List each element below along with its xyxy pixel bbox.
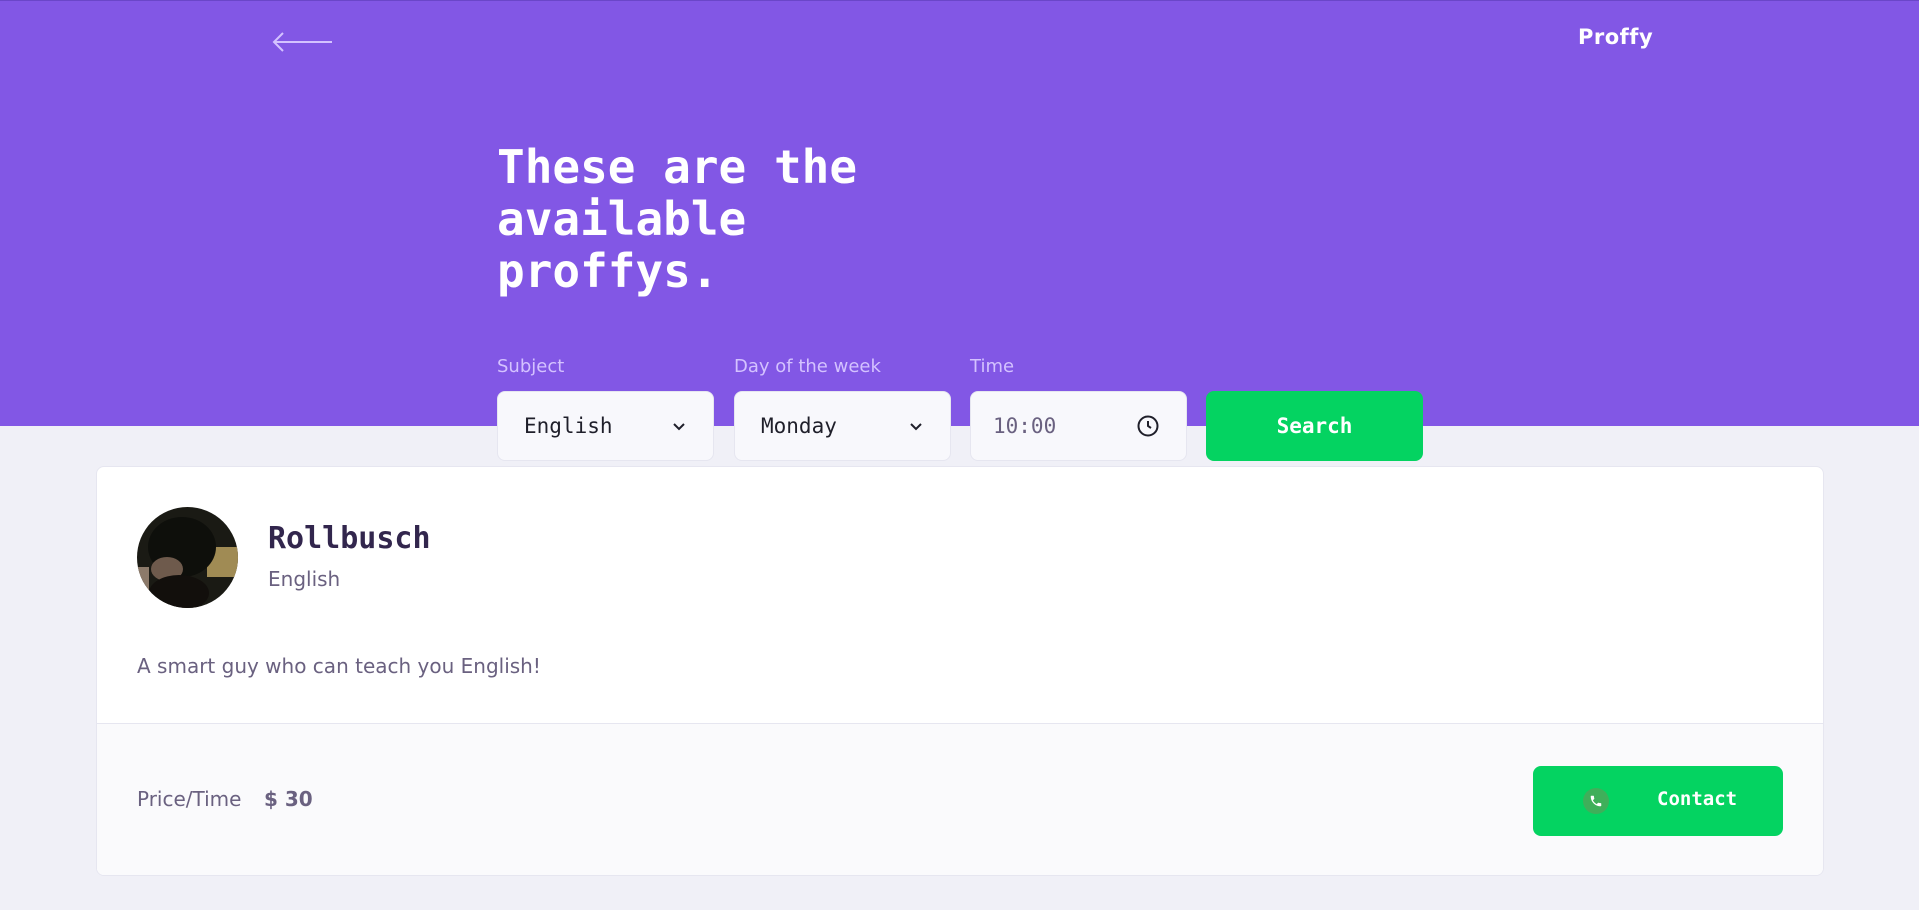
time-label: Time (970, 356, 1015, 377)
weekday-select-value: Monday (761, 414, 837, 438)
time-input-value: 10:00 (993, 414, 1057, 438)
subject-select[interactable]: English (497, 391, 714, 461)
whatsapp-icon (1583, 788, 1609, 814)
chevron-down-icon (910, 423, 922, 431)
price-label: Price/Time (137, 787, 242, 811)
teacher-subject: English (268, 567, 341, 591)
teacher-bio: A smart guy who can teach you English! (137, 654, 541, 678)
weekday-select[interactable]: Monday (734, 391, 951, 461)
avatar (137, 507, 238, 608)
chevron-down-icon (673, 423, 685, 431)
clock-icon[interactable] (1136, 414, 1160, 438)
arrow-left-icon[interactable] (270, 29, 334, 55)
contact-button[interactable]: Contact (1533, 766, 1783, 836)
teacher-card: Rollbusch English A smart guy who can te… (96, 466, 1824, 876)
contact-label: Contact (1657, 788, 1738, 810)
subject-label: Subject (497, 356, 565, 377)
page-title: These are the available proffys. (497, 140, 858, 298)
subject-select-value: English (524, 414, 613, 438)
time-input[interactable]: 10:00 (970, 391, 1187, 461)
page-header: Proffy These are the available proffys. … (0, 0, 1919, 426)
search-button[interactable]: Search (1206, 391, 1423, 461)
card-footer: Price/Time $ 30 Contact (97, 723, 1823, 875)
teacher-name: Rollbusch (268, 521, 431, 556)
weekday-label: Day of the week (734, 356, 881, 377)
logo: Proffy (1578, 25, 1654, 49)
price-value: $ 30 (264, 787, 313, 811)
